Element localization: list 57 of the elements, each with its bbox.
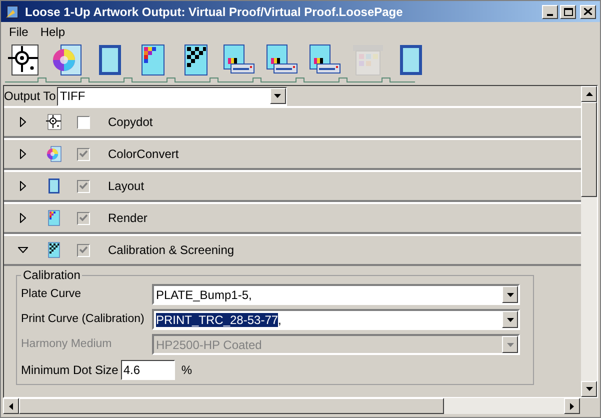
section-title: Layout xyxy=(108,178,144,195)
window-title: Loose 1-Up Artwork Output: Virtual Proof/Virtual Proof.LoosePage xyxy=(25,4,404,20)
color-wheel-icon xyxy=(50,44,82,76)
maximize-icon xyxy=(564,8,572,16)
proofer-icon xyxy=(352,44,384,76)
field-label: Print Curve (Calibration) xyxy=(21,312,146,327)
scroll-left-icon xyxy=(9,402,13,410)
caret-icon xyxy=(506,342,514,346)
minimize-icon xyxy=(547,14,553,16)
color-grid-icon xyxy=(46,210,62,226)
caret-icon xyxy=(506,292,514,296)
output-format-dropdown[interactable]: TIFF xyxy=(56,86,287,106)
section-title: Calibration & Screening xyxy=(108,242,234,259)
horizontal-scrollbar[interactable] xyxy=(3,398,580,414)
menu-item[interactable]: Help xyxy=(40,22,66,40)
printer-icon xyxy=(266,44,298,76)
dropdown-value: PLATE_Bump1-5, xyxy=(155,286,253,304)
crosshair-icon xyxy=(8,44,40,76)
checkbox[interactable] xyxy=(77,116,90,128)
dropdown-value: PRINT_TRC_28-53-77, xyxy=(155,312,282,328)
minimize-button[interactable] xyxy=(542,4,558,18)
output-to-label: Output To xyxy=(4,88,56,105)
caret-icon xyxy=(274,94,282,98)
field-label: Harmony Medium xyxy=(21,336,113,352)
section-title: Render xyxy=(108,210,148,227)
page-icon xyxy=(46,178,62,194)
color-wheel-icon xyxy=(46,146,62,162)
section-header[interactable]: Copydot xyxy=(4,106,581,138)
expand-icon[interactable] xyxy=(20,117,26,127)
toolbar-button[interactable] xyxy=(7,43,40,77)
crosshair-icon xyxy=(46,114,62,130)
menu-item[interactable]: File xyxy=(9,22,28,40)
checkerboard-icon xyxy=(46,242,62,258)
dropdown-value: TIFF xyxy=(58,88,86,105)
section-title: Copydot xyxy=(108,114,153,131)
printer-icon xyxy=(222,44,254,76)
close-button[interactable] xyxy=(580,4,596,18)
maximize-button[interactable] xyxy=(560,4,576,18)
field-label: Plate Curve xyxy=(21,286,82,302)
curve-dropdown[interactable]: PRINT_TRC_28-53-77, xyxy=(152,309,520,330)
curve-dropdown[interactable]: PLATE_Bump1-5, xyxy=(152,284,520,305)
scroll-right-icon xyxy=(570,402,574,410)
vertical-scrollbar[interactable] xyxy=(581,86,597,397)
scroll-thumb[interactable] xyxy=(19,398,444,414)
dropdown-value: HP2500-HP Coated xyxy=(155,336,263,354)
printer-icon xyxy=(308,44,340,76)
section-title: ColorConvert xyxy=(108,146,179,163)
field-label: Minimum Dot Size xyxy=(21,362,118,379)
group-title: Calibration xyxy=(22,267,82,284)
caret-icon xyxy=(506,318,514,322)
scroll-up-icon xyxy=(586,92,592,96)
close-icon xyxy=(584,8,592,15)
min-dot-size-field[interactable]: 4.6 xyxy=(121,360,176,380)
unit-label: % xyxy=(181,362,192,379)
scroll-down-icon xyxy=(586,387,592,391)
app-icon xyxy=(5,4,21,20)
scroll-thumb[interactable] xyxy=(581,102,597,197)
